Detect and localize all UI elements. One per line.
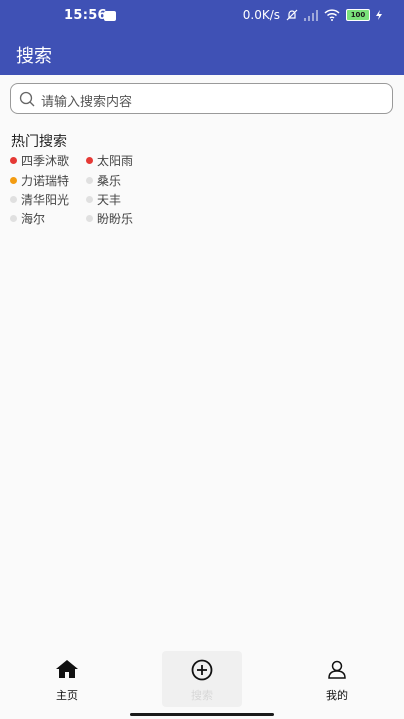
hot-dot [86,177,93,184]
hot-tag[interactable]: 海尔 [10,210,45,227]
hot-tag-label: 天丰 [97,193,122,207]
nav-label-home: 主页 [56,689,78,702]
hot-dot [86,196,93,203]
battery-icon: 100 [346,9,370,21]
nav-label-search: 搜索 [191,689,213,702]
net-speed: 0.0K/s [242,8,280,22]
wifi-icon [324,9,340,21]
hot-tag-label: 太阳雨 [97,154,134,168]
hot-dot [10,215,17,222]
person-icon [328,660,346,679]
hot-dot [10,177,17,184]
hot-tag-label: 清华阳光 [21,193,70,207]
bottom-nav: 主页 搜索 我的 [0,651,404,707]
search-input[interactable]: 请输入搜索内容 [10,83,393,114]
add-circle-icon [191,659,213,681]
search-icon [19,91,35,107]
hot-tag-label: 桑乐 [97,174,122,188]
hot-tag-label: 海尔 [21,212,46,226]
nav-item-home[interactable]: 主页 [27,651,107,707]
hot-tag[interactable]: 力诺瑞特 [10,172,69,189]
status-bar: 15:56 0.0K/s 100 [0,0,404,31]
app-bar: 搜索 [0,31,404,75]
mute-bell-icon [286,9,298,21]
notification-icon [104,11,116,21]
home-icon [56,660,78,678]
hot-tag-label: 力诺瑞特 [21,174,70,188]
charging-icon [376,10,382,20]
status-time: 15:56 [64,8,107,23]
page-title: 搜索 [16,46,52,67]
hot-tag[interactable]: 天丰 [86,191,121,208]
search-placeholder: 请输入搜索内容 [41,95,133,110]
nav-item-me[interactable]: 我的 [297,651,377,707]
hot-tag[interactable]: 清华阳光 [10,191,69,208]
nav-item-search[interactable]: 搜索 [162,651,242,707]
nav-label-me: 我的 [326,689,348,702]
hot-tag[interactable]: 四季沐歌 [10,152,69,169]
hot-dot [10,157,17,164]
hot-tag-label: 盼盼乐 [97,212,134,226]
status-right: 0.0K/s 100 [243,8,382,22]
hot-dot [86,215,93,222]
hot-search-title: 热门搜索 [11,134,67,150]
hot-dot [86,157,93,164]
hot-tag[interactable]: 盼盼乐 [86,210,133,227]
hot-tag[interactable]: 桑乐 [86,172,121,189]
hot-tag[interactable]: 太阳雨 [86,152,133,169]
hot-dot [10,196,17,203]
hot-tag-label: 四季沐歌 [21,154,70,168]
signal-icon [304,9,318,21]
home-indicator[interactable] [130,713,274,716]
